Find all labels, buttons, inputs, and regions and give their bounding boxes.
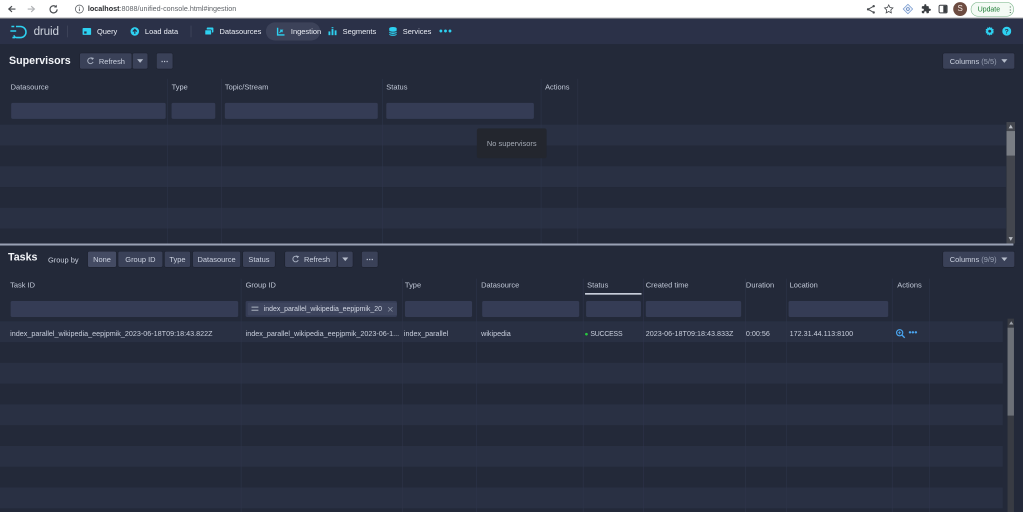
svg-text:?: ? <box>1005 29 1009 36</box>
